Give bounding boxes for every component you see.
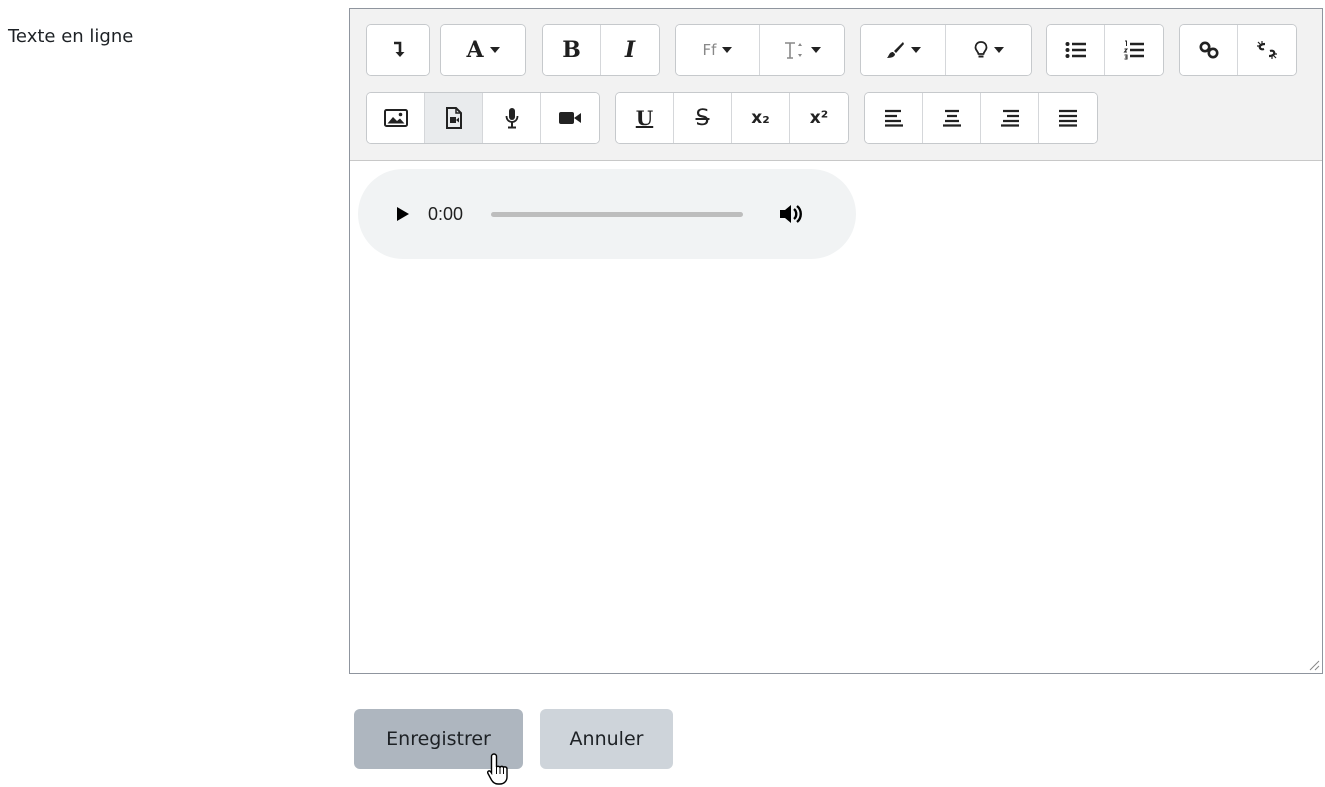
chevron-down-icon (811, 47, 821, 53)
unordered-list-icon (1065, 42, 1086, 58)
align-center-button[interactable] (923, 93, 981, 143)
superscript-icon: x² (809, 108, 829, 128)
image-icon (383, 109, 408, 127)
audio-player: 0:00 (358, 169, 856, 259)
italic-button[interactable]: I (601, 25, 659, 75)
cancel-button[interactable]: Annuler (540, 709, 673, 769)
show-more-icon (394, 41, 405, 57)
italic-icon: I (624, 37, 636, 63)
font-family-icon: Ff (702, 41, 717, 59)
ordered-list-button[interactable] (1105, 25, 1163, 75)
field-label: Texte en ligne (8, 26, 134, 47)
media-button[interactable] (425, 93, 483, 143)
align-left-button[interactable] (865, 93, 923, 143)
play-icon[interactable] (396, 206, 410, 222)
toolbar-group-format: U S x₂ x² (615, 92, 849, 144)
strikethrough-button[interactable]: S (674, 93, 732, 143)
toolbar-group-font: Ff (675, 24, 845, 76)
rich-text-editor: A B I Ff U S x₂ x² 0:00 (349, 8, 1323, 674)
audio-time: 0:00 (428, 203, 464, 224)
show-more-button[interactable] (367, 25, 429, 75)
styles-button[interactable] (946, 25, 1031, 75)
toolbar-group-media (366, 92, 600, 144)
audio-progress-bar[interactable] (491, 211, 744, 217)
toolbar-group-collapse (366, 24, 430, 76)
resize-handle-icon[interactable] (1308, 659, 1320, 671)
bold-icon: B (562, 37, 581, 63)
superscript-button[interactable]: x² (790, 93, 848, 143)
volume-icon[interactable] (779, 203, 805, 225)
align-center-icon (942, 109, 961, 127)
font-color-icon: A (466, 37, 484, 63)
align-justify-button[interactable] (1039, 93, 1097, 143)
background-color-button[interactable] (861, 25, 946, 75)
subscript-icon: x₂ (751, 108, 770, 128)
chevron-down-icon (489, 47, 500, 53)
underline-button[interactable]: U (616, 93, 674, 143)
toolbar-group-style: B I (542, 24, 660, 76)
record-video-button[interactable] (541, 93, 599, 143)
chevron-down-icon (911, 47, 921, 53)
font-size-button[interactable] (760, 25, 844, 75)
toolbar-group-color (860, 24, 1032, 76)
toolbar-group-links (1179, 24, 1297, 76)
ordered-list-icon (1123, 40, 1144, 60)
unlink-button[interactable] (1238, 25, 1296, 75)
record-audio-button[interactable] (483, 93, 541, 143)
align-right-icon (1000, 109, 1019, 127)
toolbar-group-align (864, 92, 1098, 144)
image-button[interactable] (367, 93, 425, 143)
record-audio-icon (505, 108, 518, 129)
unlink-icon (1257, 41, 1277, 59)
toolbar-group-lists (1046, 24, 1164, 76)
align-justify-icon (1059, 109, 1077, 127)
background-color-icon (887, 42, 904, 58)
font-family-button[interactable]: Ff (676, 25, 760, 75)
link-button[interactable] (1180, 25, 1238, 75)
strikethrough-icon: S (695, 105, 710, 131)
editor-toolbar: A B I Ff U S x₂ x² (350, 9, 1322, 161)
record-video-icon (559, 112, 581, 124)
align-right-button[interactable] (981, 93, 1039, 143)
chevron-down-icon (993, 47, 1004, 53)
bold-button[interactable]: B (543, 25, 601, 75)
styles-icon (974, 41, 987, 58)
toolbar-group-font-color: A (440, 24, 526, 76)
align-left-icon (884, 109, 903, 127)
font-size-icon (785, 42, 802, 59)
underline-icon: U (635, 106, 654, 130)
font-color-button[interactable]: A (441, 25, 525, 75)
unordered-list-button[interactable] (1047, 25, 1105, 75)
hand-pointer-icon (487, 753, 508, 785)
editor-content-area[interactable]: 0:00 (350, 161, 1322, 673)
chevron-down-icon (722, 47, 733, 53)
subscript-button[interactable]: x₂ (732, 93, 790, 143)
media-icon (445, 107, 462, 129)
link-icon (1199, 41, 1218, 59)
